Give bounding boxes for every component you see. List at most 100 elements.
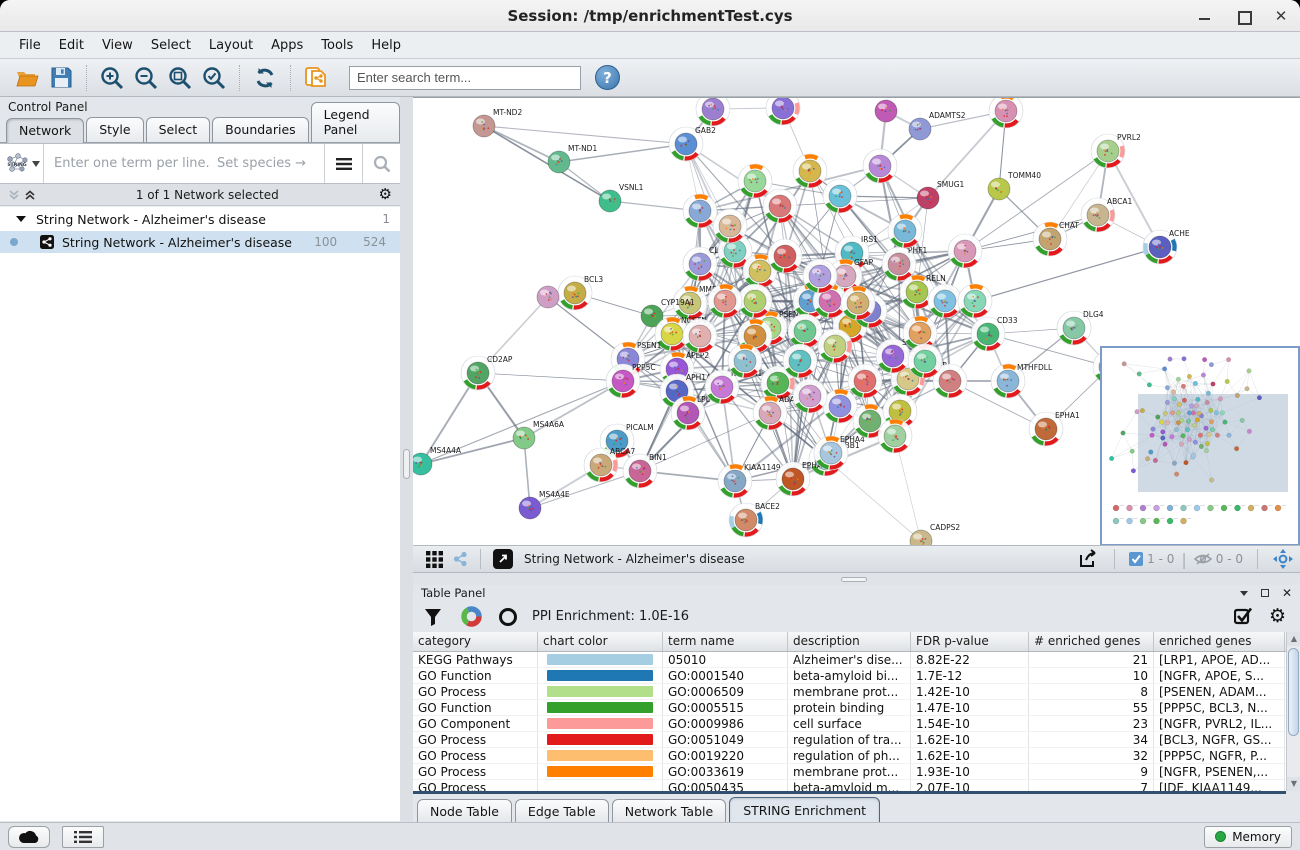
expand-all-icon[interactable] xyxy=(24,189,36,201)
navigator-viewport[interactable] xyxy=(1138,394,1288,492)
network-node[interactable]: EPHA5 xyxy=(776,461,827,496)
navigate-crosshair-icon[interactable] xyxy=(1272,548,1294,570)
menu-item-file[interactable]: File xyxy=(10,34,50,57)
network-node[interactable] xyxy=(875,100,897,122)
h-splitter-grip[interactable] xyxy=(841,577,867,582)
string-search-button[interactable] xyxy=(362,144,400,183)
enrichment-row[interactable]: GO ProcessGO:0019220regulation of ph...1… xyxy=(413,748,1286,764)
network-node[interactable]: CD2AP xyxy=(461,355,513,390)
network-node[interactable]: DLG4 xyxy=(1057,310,1104,345)
network-node[interactable] xyxy=(683,319,717,353)
birds-eye-navigator[interactable] xyxy=(1100,346,1300,545)
enrichment-row[interactable]: GO FunctionGO:0001540beta-amyloid bi...1… xyxy=(413,668,1286,684)
network-node[interactable] xyxy=(768,239,802,273)
network-node[interactable]: BCL3 xyxy=(558,275,603,310)
enrichment-row[interactable]: GO ProcessGO:0033619membrane prot...1.93… xyxy=(413,764,1286,780)
network-node[interactable] xyxy=(793,154,827,188)
table-scrollbar[interactable]: ▲ ▼ xyxy=(1286,632,1300,791)
tab-select[interactable]: Select xyxy=(146,117,211,142)
network-node[interactable]: SMUG1 xyxy=(917,180,965,209)
menu-item-select[interactable]: Select xyxy=(142,34,200,57)
table-tab-network-table[interactable]: Network Table xyxy=(612,799,727,824)
maximize-button[interactable] xyxy=(1236,9,1250,23)
open-in-string-button[interactable] xyxy=(488,544,518,574)
network-node[interactable] xyxy=(708,284,742,318)
table-panel-float-icon[interactable] xyxy=(1261,589,1269,597)
string-protein-query-selector[interactable]: STRING xyxy=(0,144,44,183)
network-canvas[interactable]: MT-ND2MT-ND1VSNL1GAB2ADAMTS2PVRL2TOMM40S… xyxy=(413,97,1300,545)
network-node[interactable]: PVRL2 xyxy=(1091,133,1141,168)
menu-item-layout[interactable]: Layout xyxy=(200,34,262,57)
menu-item-edit[interactable]: Edit xyxy=(50,34,93,57)
network-node[interactable] xyxy=(908,344,942,378)
automation-cloud-button[interactable] xyxy=(8,826,50,848)
enrichment-row[interactable]: GO ProcessGO:0051049regulation of tra...… xyxy=(413,732,1286,748)
network-node[interactable]: KIAA1149 xyxy=(718,463,781,498)
clone-network-button[interactable] xyxy=(299,63,333,93)
task-history-button[interactable] xyxy=(62,826,104,848)
column-header-description[interactable]: description xyxy=(788,632,911,651)
help-button[interactable]: ? xyxy=(595,65,620,90)
string-options-button[interactable] xyxy=(324,144,362,183)
tab-boundaries[interactable]: Boundaries xyxy=(212,117,308,142)
scrollbar-thumb[interactable] xyxy=(1288,648,1299,736)
network-node[interactable] xyxy=(818,329,852,363)
memory-button[interactable]: Memory xyxy=(1204,826,1292,848)
network-node[interactable]: BACE2 xyxy=(729,502,780,537)
vertical-splitter[interactable] xyxy=(400,97,413,822)
network-node[interactable] xyxy=(788,314,822,348)
column-header-category[interactable]: category xyxy=(413,632,538,651)
network-node[interactable]: MS4A6A xyxy=(513,420,565,449)
network-node[interactable]: CD33 xyxy=(971,316,1018,351)
network-collection-row[interactable]: String Network - Alzheimer's disease 1 xyxy=(0,207,400,231)
refresh-button[interactable] xyxy=(248,63,282,93)
menu-item-help[interactable]: Help xyxy=(362,34,410,57)
network-node[interactable]: ACHE xyxy=(1143,229,1190,264)
network-node[interactable]: PPP5C xyxy=(606,363,656,398)
network-node[interactable]: MS4A4E xyxy=(519,490,570,519)
enrichment-row[interactable]: GO ProcessGO:0050435beta-amyloid m...2.0… xyxy=(413,780,1286,791)
scroll-up-arrow[interactable]: ▲ xyxy=(1287,632,1300,646)
network-node[interactable] xyxy=(863,149,897,183)
column-header--enriched-genes[interactable]: # enriched genes xyxy=(1029,632,1154,651)
network-node[interactable] xyxy=(713,209,747,243)
string-network-button[interactable] xyxy=(447,544,473,574)
menu-item-view[interactable]: View xyxy=(93,34,142,57)
network-node[interactable]: LPL xyxy=(671,395,711,430)
network-node[interactable] xyxy=(793,379,827,413)
splitter-grip[interactable] xyxy=(403,449,410,479)
collapse-all-icon[interactable] xyxy=(8,189,20,201)
network-node[interactable] xyxy=(823,179,857,213)
table-panel-close-icon[interactable]: ✕ xyxy=(1282,588,1292,598)
zoom-in-button[interactable] xyxy=(95,63,129,93)
column-header-chart-color[interactable]: chart color xyxy=(538,632,663,651)
network-node[interactable] xyxy=(958,284,992,318)
tab-style[interactable]: Style xyxy=(86,117,143,142)
network-node[interactable] xyxy=(841,286,875,320)
network-node[interactable]: GAB2 xyxy=(669,126,716,161)
network-node[interactable] xyxy=(878,419,912,453)
tab-network[interactable]: Network xyxy=(6,118,84,143)
zoom-selected-button[interactable] xyxy=(197,63,231,93)
network-node[interactable] xyxy=(823,389,857,423)
network-node[interactable] xyxy=(683,194,717,228)
network-node[interactable] xyxy=(738,284,772,318)
grid-view-button[interactable] xyxy=(421,544,447,574)
network-node[interactable] xyxy=(928,284,962,318)
network-node[interactable] xyxy=(696,98,730,126)
set-species-label[interactable]: Set species → xyxy=(217,156,314,171)
network-node[interactable]: MTHFDLL xyxy=(991,363,1053,398)
scroll-down-arrow[interactable]: ▼ xyxy=(1287,777,1300,791)
zoom-out-button[interactable] xyxy=(129,63,163,93)
menu-item-apps[interactable]: Apps xyxy=(262,34,312,57)
enrichment-row[interactable]: GO ComponentGO:0009986cell surface1.54E-… xyxy=(413,716,1286,732)
column-header-term-name[interactable]: term name xyxy=(663,632,788,651)
network-node[interactable]: CHAT xyxy=(1033,221,1079,256)
enrichment-row[interactable]: GO FunctionGO:0005515protein binding1.47… xyxy=(413,700,1286,716)
save-session-button[interactable] xyxy=(44,63,78,93)
string-query-input[interactable]: Enter one term per line. Set species → xyxy=(44,156,324,171)
filter-icon[interactable] xyxy=(423,607,443,627)
select-rows-checkbox-icon[interactable] xyxy=(1234,607,1253,626)
table-tab-edge-table[interactable]: Edge Table xyxy=(515,799,609,824)
network-options-gear-icon[interactable]: ⚙ xyxy=(379,187,392,202)
